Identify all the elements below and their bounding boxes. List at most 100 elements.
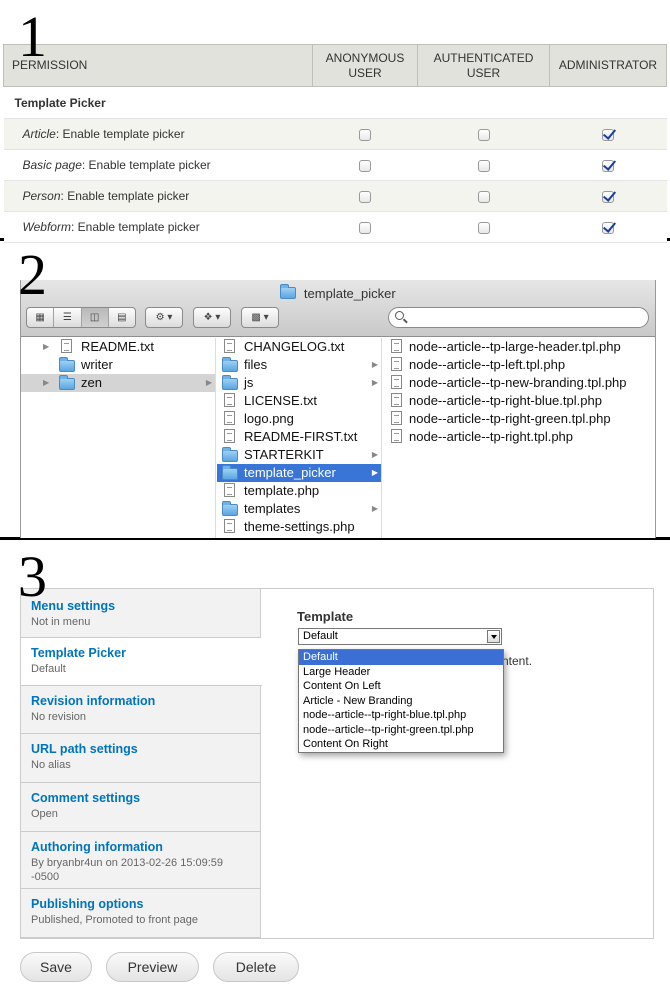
administrator-checkbox[interactable] (602, 221, 614, 234)
authenticated-checkbox[interactable] (477, 190, 490, 203)
finder-item-name: node--article--tp-new-branding.tpl.php (409, 375, 627, 390)
icon-view-button[interactable]: ▦ (27, 308, 55, 327)
template-option[interactable]: node--article--tp-right-blue.tpl.php (299, 708, 503, 723)
finder-item[interactable]: node--article--tp-large-header.tpl.php (383, 338, 655, 356)
finder-item-name: template_picker (244, 465, 336, 480)
authenticated-cell (417, 149, 550, 181)
image-icon (224, 411, 235, 425)
list-view-button[interactable]: ☰ (54, 308, 82, 327)
finder-item[interactable]: templates ▶ (217, 500, 381, 518)
folder-alias-icon (59, 357, 75, 372)
vertical-tab-title[interactable]: Template Picker (31, 646, 252, 660)
search-icon (395, 311, 404, 320)
finder-item[interactable]: js ▶ (217, 374, 381, 392)
anonymous-checkbox[interactable] (359, 159, 371, 172)
vertical-tab-title[interactable]: Revision information (31, 694, 251, 708)
template-option[interactable]: Large Header (299, 665, 503, 680)
document-icon (224, 339, 235, 353)
vertical-tab[interactable]: Publishing options Published, Promoted to… (21, 889, 261, 938)
administrator-checkbox[interactable] (602, 128, 614, 141)
finder-item[interactable]: template_picker ▶ (217, 464, 381, 482)
permission-name: Webform: Enable template picker (3, 211, 313, 243)
finder-item[interactable]: LICENSE.txt (217, 392, 381, 410)
vertical-tab[interactable]: Authoring information By bryanbr4un on 20… (21, 832, 261, 889)
search-input[interactable] (388, 307, 649, 328)
finder-item[interactable]: theme-settings.php (217, 518, 381, 536)
permission-row: Webform: Enable template picker (3, 211, 667, 243)
section-number-2: 2 (18, 242, 47, 307)
document-icon (391, 375, 402, 389)
template-option[interactable]: Content On Left (299, 679, 503, 694)
disclosure-triangle-icon[interactable]: ▶ (43, 374, 49, 392)
module-name: Template Picker (3, 86, 667, 119)
permissions-table: PERMISSION ANONYMOUS USER AUTHENTICATED … (3, 44, 667, 243)
template-option[interactable]: Article - New Branding (299, 694, 503, 709)
permission-row: Article: Enable template picker (3, 118, 667, 150)
window-title-text: template_picker (303, 286, 396, 301)
authenticated-checkbox[interactable] (477, 159, 490, 172)
document-icon (391, 411, 402, 425)
authenticated-cell (417, 211, 550, 243)
section-number-3: 3 (18, 544, 47, 609)
finder-item[interactable]: node--article--tp-new-branding.tpl.php (383, 374, 655, 392)
document-icon (224, 483, 235, 497)
finder-item[interactable]: ▶ README.txt (21, 338, 215, 356)
finder-item[interactable]: CHANGELOG.txt (217, 338, 381, 356)
dropbox-menu-button[interactable]: ❖ ▾ (193, 307, 231, 328)
vertical-tab-title[interactable]: Comment settings (31, 791, 251, 805)
action-menu-button[interactable]: ⚙ ▾ (145, 307, 183, 328)
disclosure-triangle-icon[interactable]: ▶ (43, 338, 49, 356)
vertical-tab[interactable]: Revision information No revision (21, 686, 261, 734)
authenticated-checkbox[interactable] (477, 128, 490, 141)
vertical-tab[interactable]: URL path settings No alias (21, 734, 261, 783)
vertical-tab-title[interactable]: Authoring information (31, 840, 251, 854)
anonymous-checkbox[interactable] (359, 128, 371, 141)
vertical-tab[interactable]: Template Picker Default (21, 638, 262, 686)
folder-icon (222, 375, 238, 390)
vertical-tab[interactable]: Menu settings Not in menu (21, 589, 261, 638)
vertical-tab-title[interactable]: Publishing options (31, 897, 251, 911)
finder-item[interactable]: ▶ zen ▶ (21, 374, 215, 392)
administrator-checkbox[interactable] (602, 159, 614, 172)
anonymous-checkbox[interactable] (359, 190, 371, 203)
administrator-column-header: ADMINISTRATOR (549, 44, 667, 87)
template-option[interactable]: node--article--tp-right-green.tpl.php (299, 723, 503, 738)
cover-flow-button[interactable]: ▤ (109, 308, 135, 327)
chevron-right-icon: ▶ (371, 450, 378, 459)
save-button[interactable]: Save (20, 952, 92, 982)
permission-column-header: PERMISSION (3, 44, 313, 87)
authenticated-checkbox[interactable] (477, 221, 490, 234)
delete-button[interactable]: Delete (213, 952, 299, 982)
finder-item[interactable]: template.php (217, 482, 381, 500)
vertical-tab-title[interactable]: URL path settings (31, 742, 251, 756)
vertical-tab[interactable]: Comment settings Open (21, 783, 261, 832)
chevron-right-icon: ▶ (205, 378, 212, 387)
administrator-checkbox[interactable] (602, 190, 614, 203)
vertical-tab-title[interactable]: Menu settings (31, 599, 251, 613)
arrange-menu-button[interactable]: ▩ ▾ (241, 307, 279, 328)
preview-button[interactable]: Preview (106, 952, 199, 982)
finder-column-3[interactable]: node--article--tp-large-header.tpl.php no… (383, 338, 655, 538)
finder-item[interactable]: logo.png (217, 410, 381, 428)
authenticated-user-column-header: AUTHENTICATED USER (417, 44, 550, 87)
finder-item-name: node--article--tp-large-header.tpl.php (409, 339, 621, 354)
gear-icon: ⚙ ▾ (155, 312, 173, 323)
finder-item[interactable]: README-FIRST.txt (217, 428, 381, 446)
finder-column-1[interactable]: ▶ README.txt writer ▶ zen ▶ (21, 338, 216, 538)
template-option[interactable]: Default (299, 650, 503, 665)
finder-column-2[interactable]: CHANGELOG.txt files ▶ js ▶ LICENSE.txt logo.pn… (217, 338, 382, 538)
template-option[interactable]: Content On Right (299, 737, 503, 752)
finder-item[interactable]: node--article--tp-right-blue.tpl.php (383, 392, 655, 410)
finder-item[interactable]: writer (21, 356, 215, 374)
finder-item[interactable]: node--article--tp-right-green.tpl.php (383, 410, 655, 428)
finder-item-name: STARTERKIT (244, 447, 324, 462)
finder-item[interactable]: STARTERKIT ▶ (217, 446, 381, 464)
finder-item[interactable]: node--article--tp-right.tpl.php (383, 428, 655, 446)
anonymous-checkbox[interactable] (359, 221, 371, 234)
anonymous-cell (312, 211, 418, 243)
column-view-button[interactable]: ◫ (81, 308, 109, 327)
finder-item[interactable]: node--article--tp-left.tpl.php (383, 356, 655, 374)
finder-item-name: node--article--tp-right-green.tpl.php (409, 411, 611, 426)
template-select[interactable]: Default (298, 628, 502, 645)
finder-item[interactable]: files ▶ (217, 356, 381, 374)
